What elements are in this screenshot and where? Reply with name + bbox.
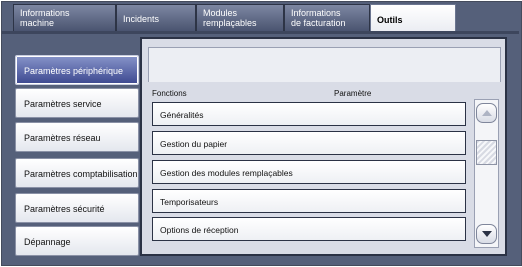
panel-header-area [148,47,501,82]
sidebar-item-label: Paramètres sécurité [24,204,105,214]
list-scrollbar[interactable] [474,99,499,248]
sidebar-item-label: Paramètres service [24,99,102,109]
sidebar-item-parametres-peripherique[interactable]: Paramètres périphérique [15,55,139,85]
sidebar-item-depannage[interactable]: Dépannage [15,226,139,256]
tab-label-line1: Informations [20,8,70,18]
list-item-label: Temporisateurs [160,197,219,207]
tab-label-line2: de facturation [291,18,346,28]
tab-modules-remplacables[interactable]: Modules remplaçables [196,4,284,31]
list-item-generalites[interactable]: Généralités [152,102,466,126]
column-header-parameter: Paramètre [334,89,372,98]
tab-label-line2: machine [20,18,55,28]
sidebar-item-parametres-comptabilisation[interactable]: Paramètres comptabilisation [15,158,139,188]
tab-label: Incidents [123,14,160,24]
tab-strip-divider [2,31,519,34]
chevron-down-icon [481,231,492,237]
list-item-options-reception[interactable]: Options de réception [152,217,466,241]
list-item-label: Gestion du papier [160,139,228,149]
list-item-gestion-modules[interactable]: Gestion des modules remplaçables [152,160,466,184]
scrollbar-thumb[interactable] [476,140,497,165]
list-item-label: Options de réception [160,225,239,235]
sidebar-item-label: Paramètres comptabilisation [24,169,138,179]
scroll-down-button[interactable] [476,224,497,244]
sidebar-item-label: Paramètres périphérique [24,66,124,76]
chevron-up-icon [481,110,492,116]
column-header-functions: Fonctions [152,89,187,98]
tab-incidents[interactable]: Incidents [116,4,196,31]
list-item-temporisateurs[interactable]: Temporisateurs [152,189,466,213]
scroll-up-button[interactable] [476,103,497,123]
tab-label-line2: remplaçables [203,18,257,28]
sidebar-item-parametres-reseau[interactable]: Paramètres réseau [15,122,139,152]
tab-outils[interactable]: Outils [370,4,456,34]
list-item-label: Gestion des modules remplaçables [160,168,293,178]
sidebar-item-label: Paramètres réseau [24,133,101,143]
tab-label-line1: Informations [291,8,341,18]
tab-label-line1: Modules [203,8,238,18]
settings-panel: Fonctions Paramètre Généralités Gestion … [140,37,507,256]
tab-label: Outils [377,15,403,25]
sidebar-item-label: Dépannage [24,237,71,247]
tab-informations-machine[interactable]: Informations machine [13,4,116,31]
list-item-label: Généralités [160,110,204,120]
list-item-gestion-papier[interactable]: Gestion du papier [152,131,466,155]
sidebar-item-parametres-service[interactable]: Paramètres service [15,88,139,118]
tab-informations-facturation[interactable]: Informations de facturation [284,4,370,31]
sidebar-item-parametres-securite[interactable]: Paramètres sécurité [15,193,139,223]
